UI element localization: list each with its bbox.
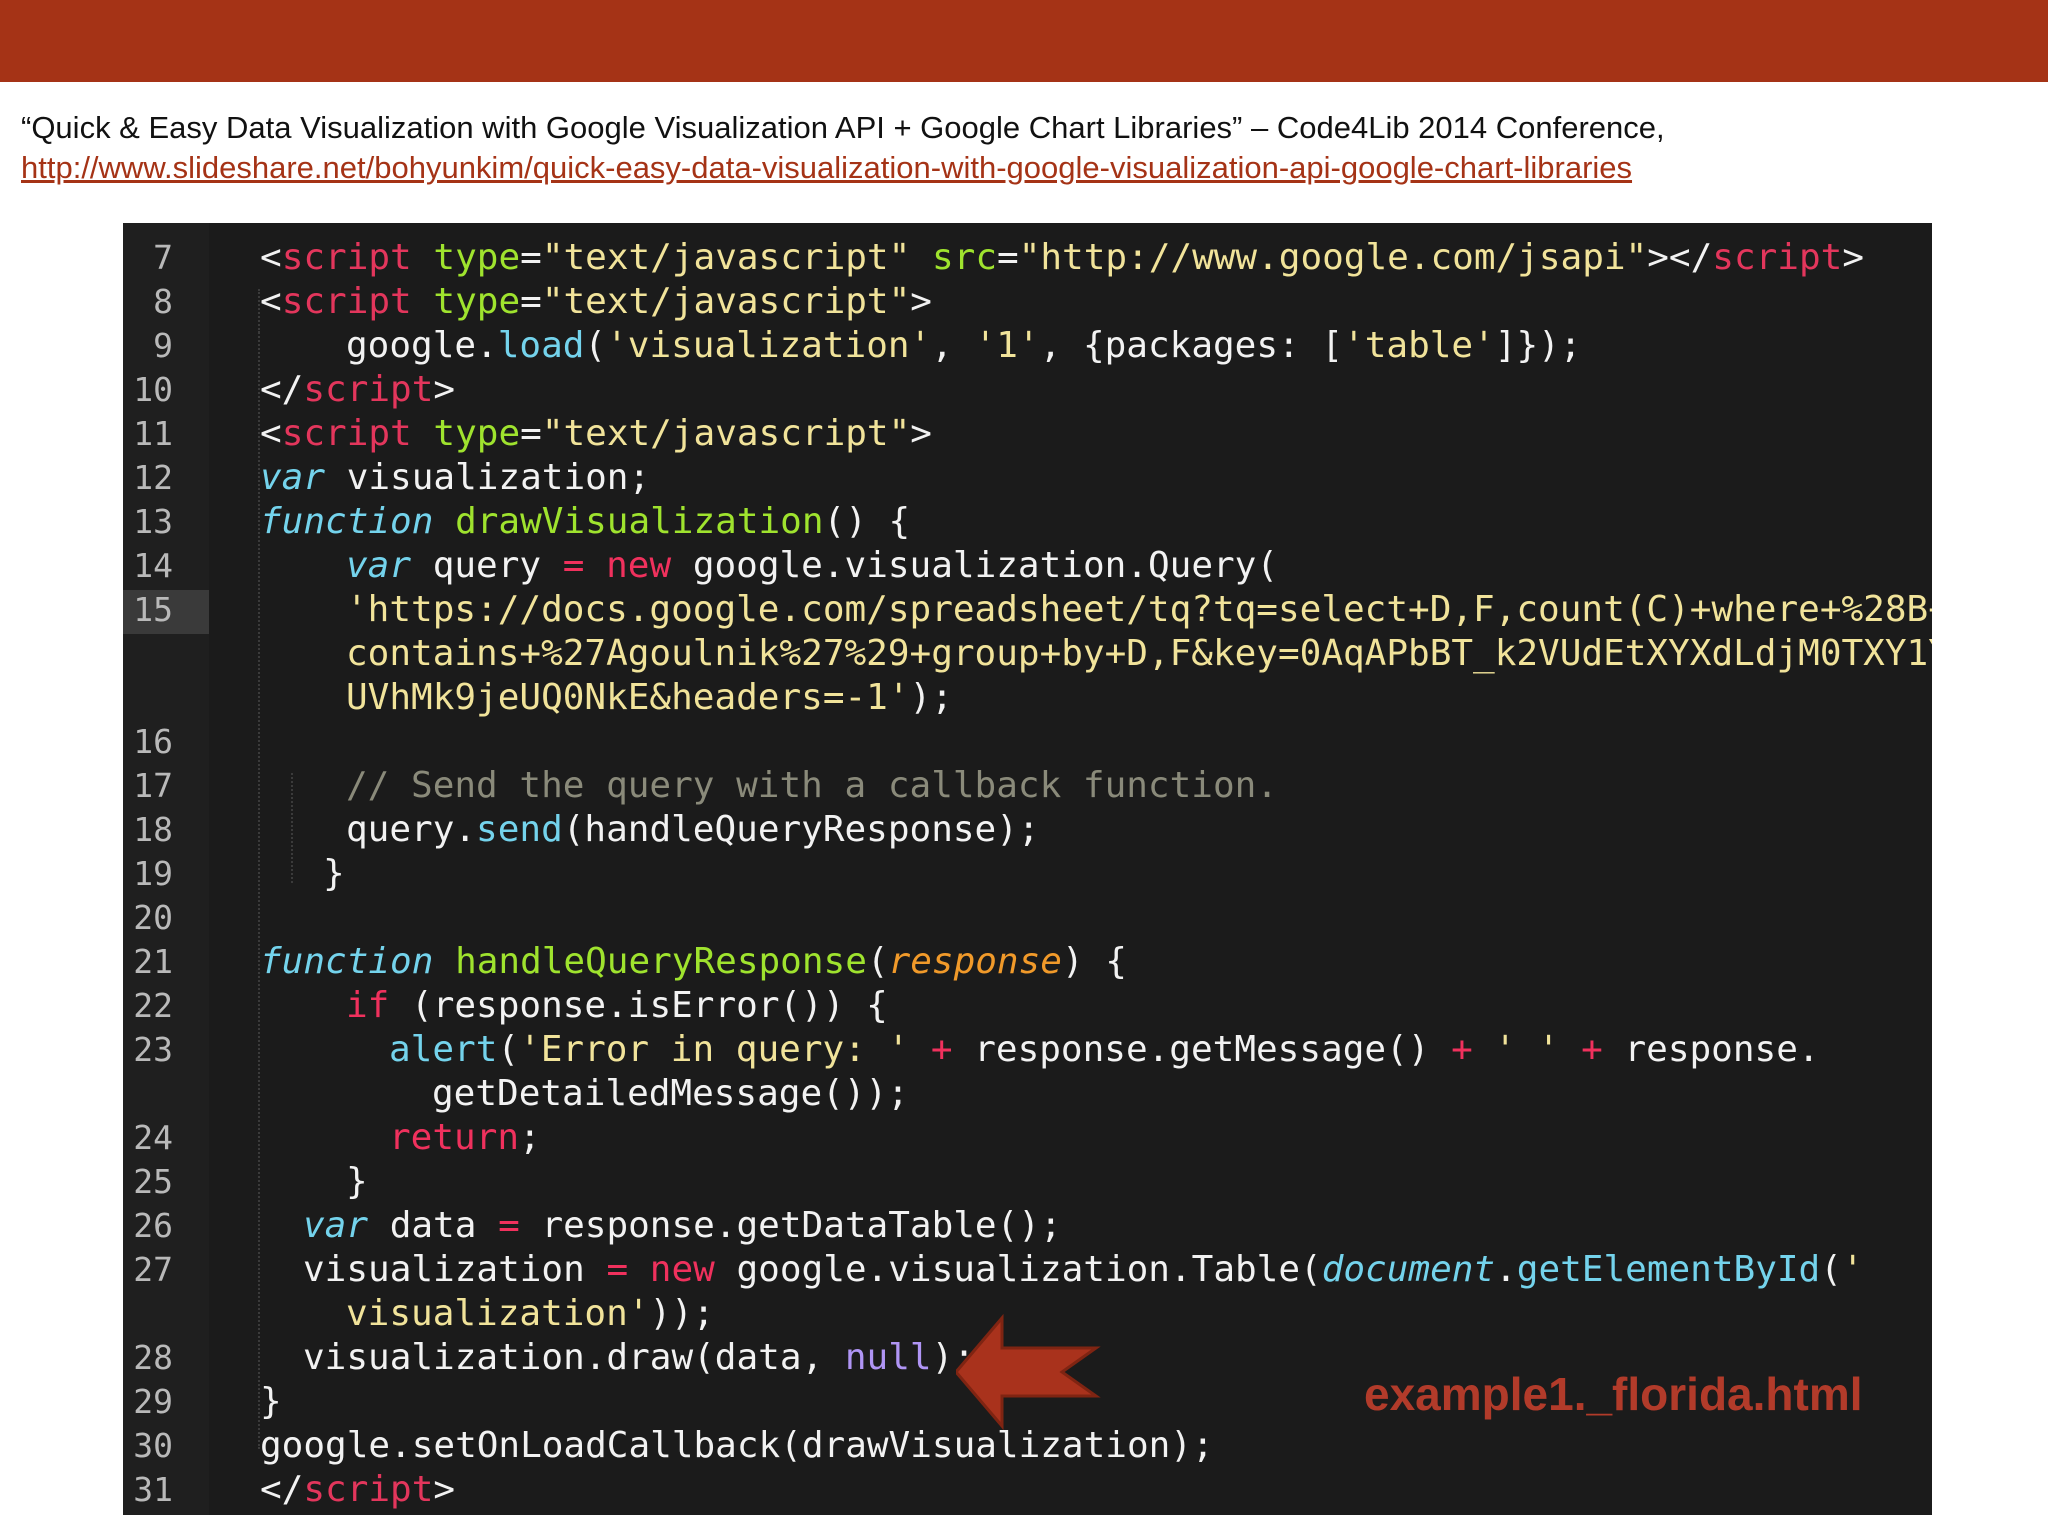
code-line-13: function drawVisualization() {	[260, 501, 911, 542]
code-line-21: function handleQueryResponse(response) {	[260, 941, 1127, 982]
line-number: 9	[153, 326, 173, 365]
citation-link[interactable]: http://www.slideshare.net/bohyunkim/quic…	[21, 148, 2011, 188]
code-line-27b: visualization'));	[346, 1293, 715, 1334]
line-number: 27	[133, 1250, 173, 1289]
top-accent-band	[0, 0, 2048, 82]
code-line-11: <script type="text/javascript">	[260, 413, 932, 454]
line-number: 28	[133, 1338, 173, 1377]
pointer-arrow-icon	[956, 1313, 1101, 1431]
code-line-26: var data = response.getDataTable();	[303, 1205, 1062, 1246]
code-comment-17: // Send the query with a callback functi…	[346, 765, 1278, 806]
code-line-7: <script type="text/javascript" src="http…	[260, 237, 1864, 278]
line-number: 20	[133, 898, 173, 937]
filename-label: example1._florida.html	[1364, 1368, 1863, 1420]
code-line-25: }	[346, 1161, 368, 1202]
line-number: 24	[133, 1118, 173, 1157]
code-line-19: }	[323, 853, 345, 894]
line-number: 18	[133, 810, 173, 849]
code-line-9: google.load('visualization', '1', {packa…	[346, 325, 1582, 366]
code-line-24: return;	[389, 1117, 541, 1158]
code-line-29: }	[260, 1381, 282, 1422]
citation: “Quick & Easy Data Visualization with Go…	[21, 108, 2011, 188]
code-line-15c: UVhMk9jeUQ0NkE&headers=-1');	[346, 677, 953, 718]
code-line-14: var query = new google.visualization.Que…	[346, 545, 1279, 586]
line-number: 12	[133, 458, 173, 497]
code-line-27a: visualization = new google.visualization…	[303, 1249, 1864, 1290]
line-number: 21	[133, 942, 173, 981]
citation-text: “Quick & Easy Data Visualization with Go…	[21, 110, 1665, 145]
line-number: 11	[133, 414, 173, 453]
line-number: 10	[133, 370, 173, 409]
line-number: 29	[133, 1382, 173, 1421]
line-number: 15	[133, 590, 173, 629]
code-line-31: </script>	[260, 1469, 456, 1510]
line-number: 22	[133, 986, 173, 1025]
code-line-15a: 'https://docs.google.com/spreadsheet/tq?…	[346, 589, 1932, 630]
line-number: 14	[133, 546, 173, 585]
line-number: 17	[133, 766, 173, 805]
code-line-18: query.send(handleQueryResponse);	[346, 809, 1040, 850]
line-number: 25	[133, 1162, 173, 1201]
code-line-23b: getDetailedMessage());	[432, 1073, 909, 1114]
line-number: 19	[133, 854, 173, 893]
code-line-12: var visualization;	[260, 457, 651, 498]
code-line-22: if (response.isError()) {	[346, 985, 888, 1026]
code-line-8: <script type="text/javascript">	[260, 281, 932, 322]
line-number: 16	[133, 722, 173, 761]
indent-guide	[291, 773, 293, 883]
line-number: 31	[133, 1470, 173, 1509]
code-line-10: </script>	[260, 369, 456, 410]
line-number: 7	[153, 238, 173, 277]
code-line-15b: contains+%27Agoulnik%27%29+group+by+D,F&…	[346, 633, 1932, 674]
code-line-23a: alert('Error in query: ' + response.getM…	[389, 1029, 1820, 1070]
code-line-28: visualization.draw(data, null);	[303, 1337, 975, 1378]
line-number: 30	[133, 1426, 173, 1465]
line-number: 8	[153, 282, 173, 321]
line-number: 23	[133, 1030, 173, 1069]
line-number: 13	[133, 502, 173, 541]
line-number: 26	[133, 1206, 173, 1245]
